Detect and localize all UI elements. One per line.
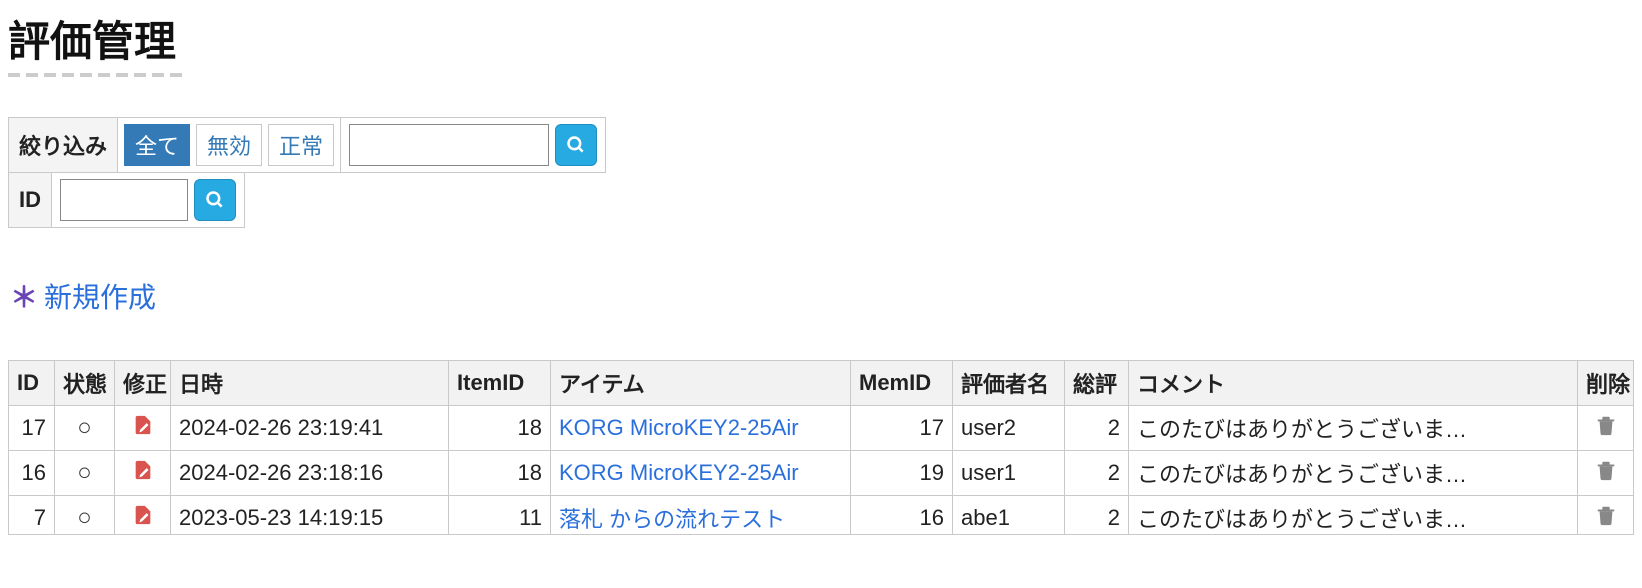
edit-icon[interactable] [132, 461, 154, 486]
state-circle-icon: ○ [77, 414, 92, 441]
cell-datetime: 2023-05-23 14:19:15 [171, 496, 449, 535]
cell-itemid: 18 [449, 451, 551, 496]
cell-edit [115, 406, 171, 451]
item-link[interactable]: 落札 からの流れテスト [559, 507, 785, 532]
cell-total: 2 [1065, 496, 1129, 535]
cell-delete [1578, 451, 1634, 496]
th-delete: 削除 [1578, 361, 1634, 406]
th-comment: コメント [1129, 361, 1578, 406]
cell-state: ○ [55, 496, 115, 535]
cell-total: 2 [1065, 406, 1129, 451]
trash-icon[interactable] [1595, 461, 1617, 486]
cell-item: KORG MicroKEY2-25Air [551, 406, 851, 451]
item-link[interactable]: KORG MicroKEY2-25Air [559, 460, 799, 485]
cell-item: KORG MicroKEY2-25Air [551, 451, 851, 496]
asterisk-icon: ＊ [10, 282, 38, 313]
id-input[interactable] [60, 179, 188, 221]
cell-itemid: 18 [449, 406, 551, 451]
trash-icon[interactable] [1595, 416, 1617, 441]
item-link[interactable]: KORG MicroKEY2-25Air [559, 415, 799, 440]
reviews-table: ID 状態 修正 日時 ItemID アイテム MemID 評価者名 総評 コメ… [8, 360, 1634, 535]
trash-icon[interactable] [1595, 506, 1617, 531]
edit-icon[interactable] [132, 506, 154, 531]
cell-edit [115, 451, 171, 496]
th-itemid: ItemID [449, 361, 551, 406]
cell-id: 7 [9, 496, 55, 535]
cell-memid: 17 [851, 406, 953, 451]
table-row: 7 ○ 2023-05-23 14:19:1511 落札 からの流れテスト 16abe1… [9, 496, 1634, 535]
cell-reviewer: user2 [953, 406, 1065, 451]
filter-tab-normal[interactable]: 正常 [268, 124, 334, 166]
th-reviewer: 評価者名 [953, 361, 1065, 406]
filter-tab-all[interactable]: 全て [124, 124, 190, 166]
keyword-input[interactable] [349, 124, 549, 166]
cell-reviewer: abe1 [953, 496, 1065, 535]
filter-tabs-cell: 全て 無効 正常 [118, 118, 341, 173]
title-underline [8, 73, 186, 77]
state-circle-icon: ○ [77, 504, 92, 531]
th-item: アイテム [551, 361, 851, 406]
filter-id-cell [52, 173, 245, 228]
search-icon [566, 135, 586, 155]
filter-tab-invalid[interactable]: 無効 [196, 124, 262, 166]
keyword-search-button[interactable] [555, 124, 597, 166]
filter-id-label: ID [9, 173, 52, 228]
table-row: 17 ○ 2024-02-26 23:19:4118 KORG MicroKEY2-2… [9, 406, 1634, 451]
search-icon [205, 190, 225, 210]
cell-memid: 16 [851, 496, 953, 535]
create-row: ＊新規作成 [10, 276, 1634, 316]
cell-id: 16 [9, 451, 55, 496]
cell-datetime: 2024-02-26 23:18:16 [171, 451, 449, 496]
cell-id: 17 [9, 406, 55, 451]
page-title: 評価管理 [8, 8, 1634, 69]
th-fix: 修正 [115, 361, 171, 406]
filter-bar: 絞り込み 全て 無効 正常 [8, 117, 606, 173]
cell-delete [1578, 406, 1634, 451]
cell-state: ○ [55, 406, 115, 451]
th-state: 状態 [55, 361, 115, 406]
th-memid: MemID [851, 361, 953, 406]
cell-comment: このたびはありがとうございま… [1129, 406, 1578, 451]
create-link[interactable]: 新規作成 [44, 282, 156, 313]
cell-reviewer: user1 [953, 451, 1065, 496]
th-total: 総評 [1065, 361, 1129, 406]
id-search-button[interactable] [194, 179, 236, 221]
filter-label: 絞り込み [9, 118, 118, 173]
cell-state: ○ [55, 451, 115, 496]
cell-comment: このたびはありがとうございま… [1129, 451, 1578, 496]
cell-memid: 19 [851, 451, 953, 496]
table-row: 16 ○ 2024-02-26 23:18:1618 KORG MicroKEY2-2… [9, 451, 1634, 496]
filter-keyword-cell [341, 118, 606, 173]
table-header-row: ID 状態 修正 日時 ItemID アイテム MemID 評価者名 総評 コメ… [9, 361, 1634, 406]
cell-edit [115, 496, 171, 535]
filter-id-bar: ID [8, 173, 245, 228]
th-datetime: 日時 [171, 361, 449, 406]
cell-datetime: 2024-02-26 23:19:41 [171, 406, 449, 451]
cell-itemid: 11 [449, 496, 551, 535]
cell-total: 2 [1065, 451, 1129, 496]
cell-item: 落札 からの流れテスト [551, 496, 851, 535]
th-id: ID [9, 361, 55, 406]
edit-icon[interactable] [132, 416, 154, 441]
cell-comment: このたびはありがとうございま… [1129, 496, 1578, 535]
cell-delete [1578, 496, 1634, 535]
state-circle-icon: ○ [77, 459, 92, 486]
